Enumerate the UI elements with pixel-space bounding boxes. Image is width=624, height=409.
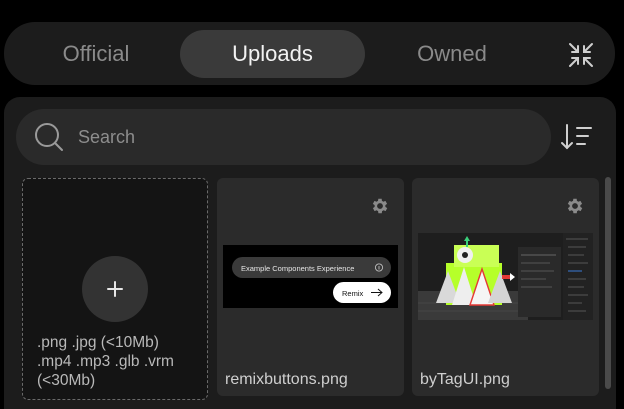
tab-bar: Official Uploads Owned xyxy=(4,22,615,85)
upload-formats: .png .jpg (<10Mb) .mp4 .mp3 .glb .vrm (<… xyxy=(37,333,197,390)
upload-formats-line: .png .jpg (<10Mb) xyxy=(37,334,159,351)
add-upload-button[interactable] xyxy=(82,256,148,322)
sort-descending-icon xyxy=(561,124,592,150)
asset-thumbnail: Example Components Experience Remix xyxy=(223,245,398,308)
plus-icon xyxy=(107,281,123,297)
collapse-button[interactable] xyxy=(564,38,598,72)
upload-formats-line: (<30Mb) xyxy=(37,372,96,389)
search-bar xyxy=(16,109,551,165)
upload-formats-line: .mp4 .mp3 .glb .vrm xyxy=(37,353,174,370)
gear-icon[interactable] xyxy=(565,196,585,216)
scrollbar[interactable] xyxy=(605,177,611,389)
thumb-remix-text: Remix xyxy=(342,289,364,298)
gear-icon[interactable] xyxy=(370,196,390,216)
tab-official[interactable]: Official xyxy=(28,30,164,78)
thumb-pill-text: Example Components Experience xyxy=(241,264,354,273)
asset-card-remixbuttons[interactable]: Example Components Experience Remix remi… xyxy=(217,178,404,396)
search-input[interactable] xyxy=(78,126,518,148)
asset-name: remixbuttons.png xyxy=(225,371,348,388)
asset-name: byTagUI.png xyxy=(420,371,510,388)
asset-panel: .png .jpg (<10Mb) .mp4 .mp3 .glb .vrm (<… xyxy=(4,97,616,409)
sort-button[interactable] xyxy=(559,119,595,155)
asset-card-bytagui[interactable]: byTagUI.png xyxy=(412,178,599,396)
tab-uploads[interactable]: Uploads xyxy=(180,30,365,78)
search-icon xyxy=(32,120,66,154)
tab-owned[interactable]: Owned xyxy=(384,30,520,78)
asset-thumbnail xyxy=(418,233,593,320)
collapse-arrows-icon xyxy=(569,43,593,67)
upload-dropzone[interactable]: .png .jpg (<10Mb) .mp4 .mp3 .glb .vrm (<… xyxy=(22,178,208,400)
